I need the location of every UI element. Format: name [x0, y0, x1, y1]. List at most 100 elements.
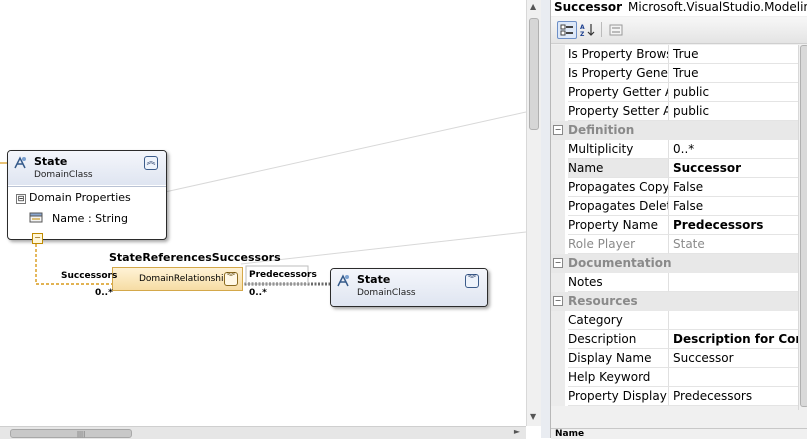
property-row[interactable]: Property Name Predecessors	[551, 216, 798, 235]
property-name: Name	[568, 159, 668, 178]
source-role-label[interactable]: Successors	[61, 271, 117, 281]
collapse-down-icon[interactable]: ︾	[224, 272, 238, 286]
property-icon	[29, 212, 43, 223]
property-value[interactable]: public	[668, 102, 798, 121]
property-row[interactable]: Display Name Successor	[551, 349, 798, 368]
property-name: Is Property Browsa	[568, 45, 668, 64]
property-name: Is Property Generat	[568, 64, 668, 83]
category-row[interactable]: − Definition	[551, 121, 798, 140]
property-name: Propagates Copy	[568, 178, 668, 197]
property-row[interactable]: Property Setter Accpublic	[551, 102, 798, 121]
compartment-title: Domain Properties	[29, 191, 131, 204]
expand-down-icon[interactable]: ︾	[465, 274, 479, 288]
property-row[interactable]: Name Successor	[551, 159, 798, 178]
property-value[interactable]	[668, 311, 798, 330]
category-label: Documentation	[568, 256, 672, 270]
property-value[interactable]: True	[668, 64, 798, 83]
property-value[interactable]	[668, 273, 798, 292]
property-name-string[interactable]: Name : String	[52, 212, 128, 225]
property-row[interactable]: Help Keyword	[551, 368, 798, 387]
relationship-label: DomainRelationship	[139, 274, 230, 284]
property-row[interactable]: Propagates Delete False	[551, 197, 798, 216]
property-row[interactable]: Role Player State	[551, 235, 798, 254]
property-value[interactable]: True	[668, 45, 798, 64]
category-label: Resources	[568, 294, 638, 308]
property-row[interactable]: Notes	[551, 273, 798, 292]
collapse-up-icon[interactable]: ︽	[144, 156, 158, 170]
property-row[interactable]: Multiplicity 0..*	[551, 140, 798, 159]
property-value[interactable]: False	[668, 178, 798, 197]
category-collapse-icon[interactable]: −	[553, 125, 563, 135]
property-value[interactable]	[668, 368, 798, 387]
alphabetical-sort-icon[interactable]: A Z	[578, 21, 598, 39]
property-name: Property Getter Ac	[568, 83, 668, 102]
scroll-thumb[interactable]	[800, 45, 807, 407]
property-name: Category	[568, 311, 668, 330]
property-row[interactable]: DescriptionDescription for Comp	[551, 330, 798, 349]
property-row[interactable]: Category	[551, 311, 798, 330]
target-multiplicity[interactable]: 0..*	[249, 288, 267, 298]
property-value[interactable]: Predecessors	[668, 387, 798, 406]
category-collapse-icon[interactable]: −	[553, 296, 563, 306]
grip-icon: ||||	[77, 431, 86, 438]
property-value[interactable]: Description for Comp	[668, 330, 798, 349]
property-value[interactable]: Successor	[668, 349, 798, 368]
vertical-scrollbar[interactable]: ▲ ▼	[526, 0, 542, 426]
row-gutter: −	[551, 292, 565, 311]
property-grid: Is Property BrowsaTrueIs Property Genera…	[551, 45, 798, 406]
scroll-thumb[interactable]	[529, 18, 539, 130]
property-value[interactable]: Predecessors	[668, 216, 798, 235]
scroll-up-icon[interactable]: ▲	[530, 2, 536, 11]
property-row[interactable]: Property Display NPredecessors	[551, 387, 798, 406]
row-gutter: −	[551, 121, 565, 140]
properties-scrollbar[interactable]	[798, 45, 807, 410]
relationship-name[interactable]: StateReferencesSuccessors	[109, 251, 281, 264]
shape-title: State	[34, 155, 68, 168]
row-gutter	[551, 368, 565, 387]
state-shape-right[interactable]: State DomainClass ︾	[330, 268, 488, 307]
row-gutter	[551, 178, 565, 197]
row-gutter	[551, 235, 565, 254]
source-multiplicity[interactable]: 0..*	[95, 288, 113, 298]
row-gutter	[551, 64, 565, 83]
property-name: Property Setter Acc	[568, 102, 668, 121]
property-name: Property Display N	[568, 387, 668, 406]
state-shape-left[interactable]: State DomainClass ︽ ⊟ Domain Properties …	[7, 150, 167, 244]
property-row[interactable]: Is Property GeneratTrue	[551, 64, 798, 83]
property-value[interactable]: False	[668, 197, 798, 216]
category-row[interactable]: − Documentation	[551, 254, 798, 273]
svg-text:Z: Z	[580, 31, 585, 37]
property-name: Help Keyword	[568, 368, 668, 387]
property-name: Role Player	[568, 235, 668, 254]
row-gutter	[551, 45, 565, 64]
horizontal-scrollbar[interactable]: |||| ►	[0, 426, 526, 439]
shape-subtitle: DomainClass	[34, 170, 93, 180]
property-row[interactable]: Property Getter Acpublic	[551, 83, 798, 102]
property-value[interactable]: public	[668, 83, 798, 102]
selected-object-type: Microsoft.VisualStudio.Modeling.	[628, 0, 807, 14]
target-role-label[interactable]: Predecessors	[249, 270, 317, 280]
row-gutter	[551, 102, 565, 121]
shape-subtitle: DomainClass	[357, 288, 416, 298]
property-pages-icon[interactable]	[606, 21, 626, 39]
compartment-collapse-icon[interactable]: ⊟	[16, 194, 26, 204]
category-collapse-icon[interactable]: −	[553, 258, 563, 268]
panel-splitter[interactable]	[541, 0, 550, 438]
domain-relationship-shape[interactable]: DomainRelationship ︾	[112, 267, 243, 291]
scroll-down-icon[interactable]: ▼	[530, 412, 536, 421]
scroll-thumb[interactable]: ||||	[10, 429, 132, 438]
property-row[interactable]: Propagates Copy False	[551, 178, 798, 197]
row-gutter	[551, 349, 565, 368]
shape-header: State DomainClass ︽	[8, 151, 166, 185]
property-row[interactable]: Is Property BrowsaTrue	[551, 45, 798, 64]
property-value[interactable]: Successor	[668, 159, 798, 178]
diagram-canvas[interactable]: State DomainClass ︽ ⊟ Domain Properties …	[0, 0, 526, 426]
scroll-right-icon[interactable]: ►	[514, 427, 520, 436]
categorized-icon[interactable]	[557, 21, 577, 39]
connector-anchor-icon: −	[32, 233, 43, 244]
domain-class-icon	[337, 274, 349, 287]
property-value[interactable]: 0..*	[668, 140, 798, 159]
category-row[interactable]: − Resources	[551, 292, 798, 311]
object-selector[interactable]: Successor Microsoft.VisualStudio.Modeling…	[551, 0, 807, 16]
shape-title: State	[357, 273, 391, 286]
